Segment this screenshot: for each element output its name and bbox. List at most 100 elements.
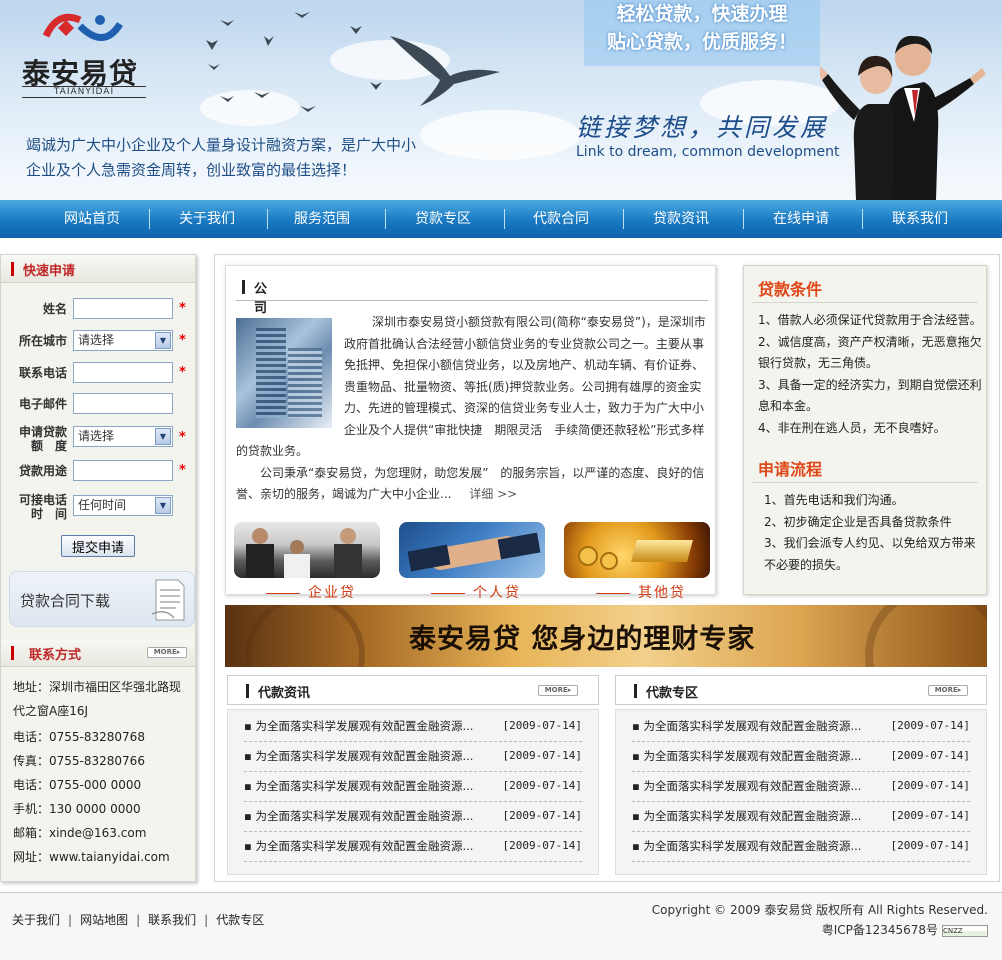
quick-apply-title: 快速申请 [23,264,76,279]
news-row[interactable]: ▪ 为全面落实科学发展观有效配置金融资源... [2009-07-14] [244,712,582,742]
cnzz-badge[interactable]: CNZZ [942,924,988,937]
news-title[interactable]: ▪ 为全面落实科学发展观有效配置金融资源... [632,742,882,770]
city-label: 所在城市 [18,334,67,348]
news-title[interactable]: ▪ 为全面落实科学发展观有效配置金融资源... [244,742,494,770]
condition-item: 1、借款人必须保证代贷款用于合法经营。 [758,313,982,327]
purpose-label: 贷款用途 [18,464,67,478]
building-image [236,318,332,428]
news-row[interactable]: ▪ 为全面落实科学发展观有效配置金融资源... [2009-07-14] [632,742,970,772]
contact-fax: 传真：0755-83280766 [13,754,145,768]
nav-about[interactable]: 关于我们 [148,200,266,238]
title-bar-marker [634,684,637,698]
news-row[interactable]: ▪ 为全面落实科学发展观有效配置金融资源... [2009-07-14] [632,772,970,802]
tagline-english: Link to dream, common development [576,144,840,160]
intro-paragraph-2-wrap: 公司秉承“泰安易贷，为您理财，助您发展” 的服务宗旨，以严谨的态度、良好的信誉、… [236,463,710,506]
process-item: 3、我们会派专人约见、以免给双方带来不必要的损失。 [764,536,976,572]
contact-mobile: 手机：130 0000 0000 [13,802,141,816]
loan-zone-box: 代款专区 MORE▸ ▪ 为全面落实科学发展观有效配置金融资源... [2009-… [615,675,987,875]
main-content: 公司简介 深圳市泰安易贷小额贷款有限公司(简称“泰安易贷”)，是深圳市政府首批确… [214,254,1000,882]
news-date: [2009-07-14] [502,809,582,822]
news-row[interactable]: ▪ 为全面落实科学发展观有效配置金融资源... [2009-07-14] [244,832,582,862]
footer-link-about[interactable]: 关于我们 [12,913,60,927]
personal-loan-image[interactable] [399,522,545,578]
contact-phone-2: 电话：0755-000 0000 [13,778,142,792]
chevron-down-icon[interactable]: ▼ [155,428,171,445]
submit-button[interactable]: 提交申请 [61,535,135,557]
conditions-list: 1、借款人必须保证代贷款用于合法经营。 2、诚信度高，资产产权清晰，无恶意拖欠银… [758,310,982,439]
news-title[interactable]: ▪ 为全面落实科学发展观有效配置金融资源... [244,772,494,800]
form-row-email: 电子邮件 [1,392,195,416]
form-row-amount: 申请贷款 额 度 请选择 ▼ * [1,426,195,452]
footer-link-loan-zone[interactable]: 代款专区 [216,913,264,927]
purpose-input[interactable] [73,460,173,481]
chevron-down-icon[interactable]: ▼ [155,332,171,349]
nav-services[interactable]: 服务范围 [263,200,381,238]
logo-icon[interactable] [36,6,126,56]
news-title[interactable]: ▪ 为全面落实科学发展观有效配置金融资源... [244,832,494,860]
nav-contract[interactable]: 代款合同 [502,200,620,238]
chevron-down-icon[interactable]: ▼ [155,497,171,514]
email-label: 电子邮件 [18,397,67,411]
icp-text[interactable]: 粤ICP备12345678号 [822,923,938,937]
promo-banner[interactable]: 泰安易贷 您身边的理财专家 [225,605,987,667]
amount-select[interactable]: 请选择 ▼ [73,426,173,447]
process-list: 1、首先电话和我们沟通。 2、初步确定企业是否具备贷款条件 3、我们会派专人约见… [764,490,978,576]
news-title[interactable]: ▪ 为全面落实科学发展观有效配置金融资源... [244,712,494,740]
required-mark: * [179,463,186,478]
amount-label-line-1: 申请贷款 [18,425,67,439]
footer-links: 关于我们 | 网站地图 | 联系我们 | 代款专区 [12,913,265,927]
news-title[interactable]: ▪ 为全面落实科学发展观有效配置金融资源... [632,712,882,740]
corporate-loan-image[interactable] [234,522,380,578]
nav-news[interactable]: 贷款资讯 [622,200,740,238]
nav-apply[interactable]: 在线申请 [742,200,860,238]
slogan-line-2: 贴心贷款，优质服务！ [606,31,797,53]
news-title[interactable]: ▪ 为全面落实科学发展观有效配置金融资源... [632,772,882,800]
email-input[interactable] [73,393,173,414]
nav-loans[interactable]: 贷款专区 [384,200,502,238]
birds-graphic [206,12,500,112]
time-select[interactable]: 任何时间 ▼ [73,495,173,516]
quick-apply-header: 快速申请 [1,255,195,283]
nav-home[interactable]: 网站首页 [33,200,151,238]
contact-more-button[interactable]: MORE▸ [147,647,187,658]
nav-contact[interactable]: 联系我们 [861,200,979,238]
footer-link-sitemap[interactable]: 网站地图 [80,913,128,927]
news-title[interactable]: ▪ 为全面落实科学发展观有效配置金融资源... [632,832,882,860]
news-row[interactable]: ▪ 为全面落实科学发展观有效配置金融资源... [2009-07-14] [632,712,970,742]
other-loan-image[interactable] [564,522,710,578]
news-row[interactable]: ▪ 为全面落实科学发展观有效配置金融资源... [2009-07-14] [632,832,970,862]
phone-input[interactable] [73,362,173,383]
header-description: 竭诚为广大中小企业及个人量身设计融资方案，是广大中小企业及个人急需资金周转，创业… [26,136,417,179]
news-date: [2009-07-14] [890,719,970,732]
loan-zone-more-button[interactable]: MORE▸ [928,685,968,696]
name-input[interactable] [73,298,173,319]
loan-news-header: 代款资讯 MORE▸ [227,675,599,705]
title-bar-marker [242,280,245,294]
news-row[interactable]: ▪ 为全面落实科学发展观有效配置金融资源... [2009-07-14] [632,802,970,832]
contact-address: 地址：深圳市福田区华强北路现 代之窗A座16J [13,679,189,719]
news-row[interactable]: ▪ 为全面落实科学发展观有效配置金融资源... [2009-07-14] [244,802,582,832]
news-date: [2009-07-14] [890,749,970,762]
news-date: [2009-07-14] [502,839,582,852]
divider [752,482,978,483]
condition-item: 4、非在刑在逃人员，无不良嗜好。 [758,420,946,435]
amount-label: 申请贷款 额 度 [7,426,67,452]
intro-more-link[interactable]: 详细 >> [469,487,517,501]
news-row[interactable]: ▪ 为全面落实科学发展观有效配置金融资源... [2009-07-14] [244,742,582,772]
news-title[interactable]: ▪ 为全面落实科学发展观有效配置金融资源... [632,802,882,830]
footer-link-contact[interactable]: 联系我们 [148,913,196,927]
process-title: 申请流程 [758,460,823,479]
city-select[interactable]: 请选择 ▼ [73,330,173,351]
news-date: [2009-07-14] [502,719,582,732]
news-date: [2009-07-14] [502,779,582,792]
news-title[interactable]: ▪ 为全面落实科学发展观有效配置金融资源... [244,802,494,830]
required-mark: * [179,301,186,316]
title-bar-marker [11,646,14,660]
slogan-box: 轻松贷款，快速办理 贴心贷款，优质服务！ [584,0,820,66]
process-item: 2、初步确定企业是否具备贷款条件 [764,514,952,529]
banner-text: 泰安易贷 您身边的理财专家 [409,624,756,655]
address-line-2: 代之窗A座16J [13,704,89,718]
news-row[interactable]: ▪ 为全面落实科学发展观有效配置金融资源... [2009-07-14] [244,772,582,802]
loan-news-more-button[interactable]: MORE▸ [538,685,578,696]
contract-download-button[interactable]: 贷款合同下载 [9,571,195,627]
